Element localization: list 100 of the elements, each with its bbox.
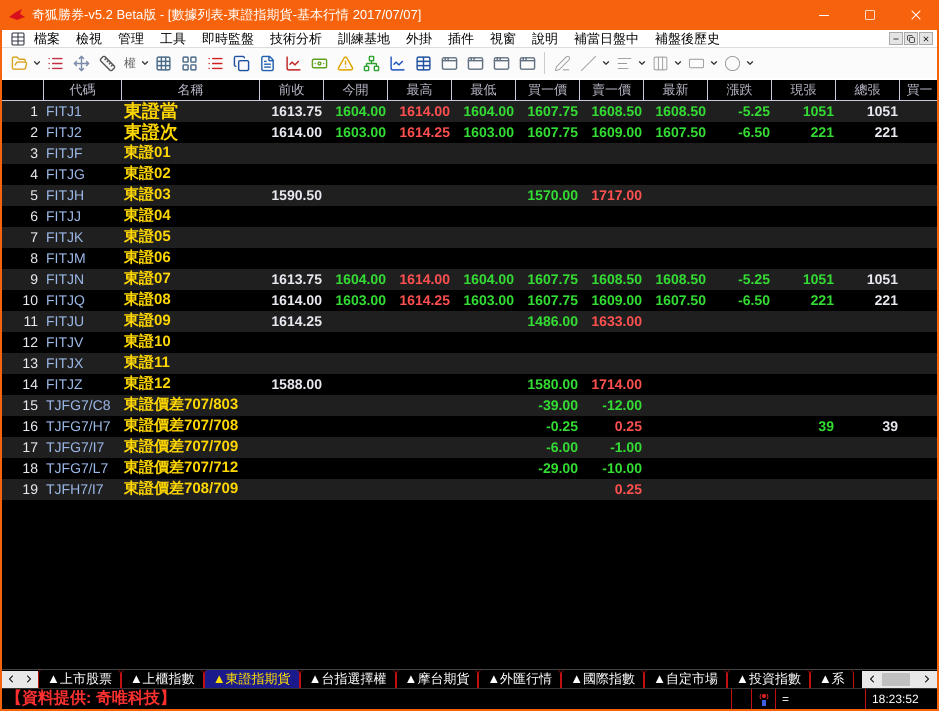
column-header[interactable]: 最低 [452, 80, 516, 100]
row-number: 2 [29, 123, 39, 142]
rights-dropdown[interactable]: 權 [120, 51, 140, 75]
pen-icon [554, 54, 570, 72]
caret-icon[interactable] [709, 58, 719, 68]
mdi-close-button[interactable] [919, 32, 933, 45]
quote-value: 1607.50 [655, 123, 706, 142]
contract-name: 東證價差707/803 [124, 395, 238, 416]
menu-item[interactable]: 檔案 [26, 30, 68, 48]
row-number: 3 [29, 144, 39, 163]
caret-icon[interactable] [637, 58, 647, 68]
menu-item[interactable]: 檢視 [68, 30, 110, 48]
contract-code: FITJF [45, 144, 84, 163]
contract-name: 東證10 [124, 332, 171, 352]
market-tab[interactable]: ▲自定市場 [644, 670, 727, 688]
quote-value: 221 [874, 123, 898, 142]
quote-value: 1590.50 [271, 186, 322, 205]
quote-value: 39 [882, 417, 898, 436]
caret-icon[interactable] [601, 58, 611, 68]
row-number: 18 [21, 459, 39, 478]
line-icon [580, 54, 596, 72]
contract-name: 東證當 [124, 101, 178, 122]
column-header[interactable]: 總張 [836, 80, 900, 100]
caret-icon[interactable] [673, 58, 683, 68]
menu-item[interactable]: 插件 [440, 30, 482, 48]
scrollbar-thumb[interactable] [882, 672, 910, 686]
row-number: 12 [21, 333, 39, 352]
menu-item[interactable]: 補盤後歷史 [647, 30, 728, 48]
contract-code: FITJ2 [45, 123, 83, 142]
column-header[interactable]: 賣一價 [580, 80, 644, 100]
quote-value: 1580.00 [527, 375, 578, 394]
quote-value: 1608.50 [591, 270, 642, 289]
menu-item[interactable]: 視窗 [482, 30, 524, 48]
contract-name: 東證11 [124, 353, 170, 374]
contract-code: TJFG7/C8 [45, 396, 112, 415]
contract-name: 東證05 [124, 227, 171, 248]
caret-icon[interactable] [32, 58, 42, 68]
quote-value: 1608.50 [655, 270, 706, 289]
scroll-right-button[interactable] [20, 670, 38, 688]
quote-value: -5.25 [738, 270, 770, 289]
quote-value: 1051 [802, 270, 834, 289]
contract-code: FITJM [45, 249, 87, 268]
caret-icon[interactable] [745, 58, 755, 68]
quote-value: 1608.50 [655, 102, 706, 121]
quote-value: -6.00 [546, 438, 578, 457]
column-header[interactable]: 最高 [388, 80, 452, 100]
menu-item[interactable]: 補當日盤中 [566, 30, 647, 48]
row-number: 7 [29, 228, 39, 247]
document-icon [258, 54, 276, 72]
menu-item[interactable]: 外掛 [398, 30, 440, 48]
column-header[interactable]: 買一 [900, 80, 937, 100]
mdi-restore-button[interactable] [904, 32, 918, 45]
contract-code: FITJJ [45, 207, 82, 226]
mdi-minimize-button[interactable] [889, 32, 903, 45]
market-tab[interactable]: ▲國際指數 [561, 670, 644, 688]
market-tab[interactable]: ▲上市股票 [38, 670, 121, 688]
contract-code: FITJG [45, 165, 86, 184]
column-header[interactable]: 買一價 [516, 80, 580, 100]
quote-value: -39.00 [538, 396, 578, 415]
open-folder-icon [10, 54, 28, 72]
row-number: 1 [29, 102, 39, 121]
menu-item[interactable]: 工具 [152, 30, 194, 48]
row-number: 6 [29, 207, 39, 226]
quote-value: 1603.00 [335, 123, 386, 142]
market-tab[interactable]: ▲上櫃指數 [120, 670, 204, 688]
column-header[interactable]: 今開 [324, 80, 388, 100]
contract-code: TJFG7/H7 [45, 417, 112, 436]
market-tab[interactable]: ▲投資指數 [727, 670, 810, 688]
quote-value: -1.00 [610, 438, 642, 457]
market-tab[interactable]: ▲東證指期貨 [204, 670, 300, 688]
quote-value: 221 [810, 123, 834, 142]
column-header[interactable]: 最新 [644, 80, 708, 100]
menu-item[interactable]: 技術分析 [262, 30, 330, 48]
market-tab[interactable]: ▲外匯行情 [478, 670, 562, 688]
column-header[interactable]: 代碼 [44, 80, 122, 100]
menu-item[interactable]: 訓練基地 [330, 30, 398, 48]
caret-icon[interactable] [140, 58, 150, 68]
network-icon [362, 54, 380, 72]
table-icon[interactable] [10, 30, 26, 46]
column-header[interactable]: 前收 [260, 80, 324, 100]
contract-code: FITJX [45, 354, 84, 373]
data-source-text: 【資料提供: 奇唯科技】 [5, 688, 176, 709]
contract-name: 東證價差707/712 [124, 458, 238, 478]
contract-name: 東證12 [124, 374, 171, 394]
quote-value: 1613.75 [271, 270, 322, 289]
contract-code: FITJH [45, 186, 86, 205]
menu-item[interactable]: 說明 [524, 30, 566, 48]
market-tab[interactable]: ▲台指選擇權 [300, 670, 396, 688]
scroll-left-button[interactable] [2, 670, 20, 688]
clock-time: 18:23:52 [865, 689, 937, 709]
market-tab[interactable]: ▲系 [810, 670, 854, 688]
column-header[interactable]: 漲跌 [708, 80, 772, 100]
market-tab[interactable]: ▲摩台期貨 [396, 670, 478, 688]
column-header[interactable]: 現張 [772, 80, 836, 100]
contract-name: 東證06 [124, 248, 171, 268]
menu-item[interactable]: 即時監盤 [194, 30, 262, 48]
contract-name: 東證價差707/708 [124, 416, 238, 436]
column-header[interactable]: 名稱 [122, 80, 260, 100]
quote-value: 0.25 [614, 417, 642, 436]
menu-item[interactable]: 管理 [110, 30, 152, 48]
